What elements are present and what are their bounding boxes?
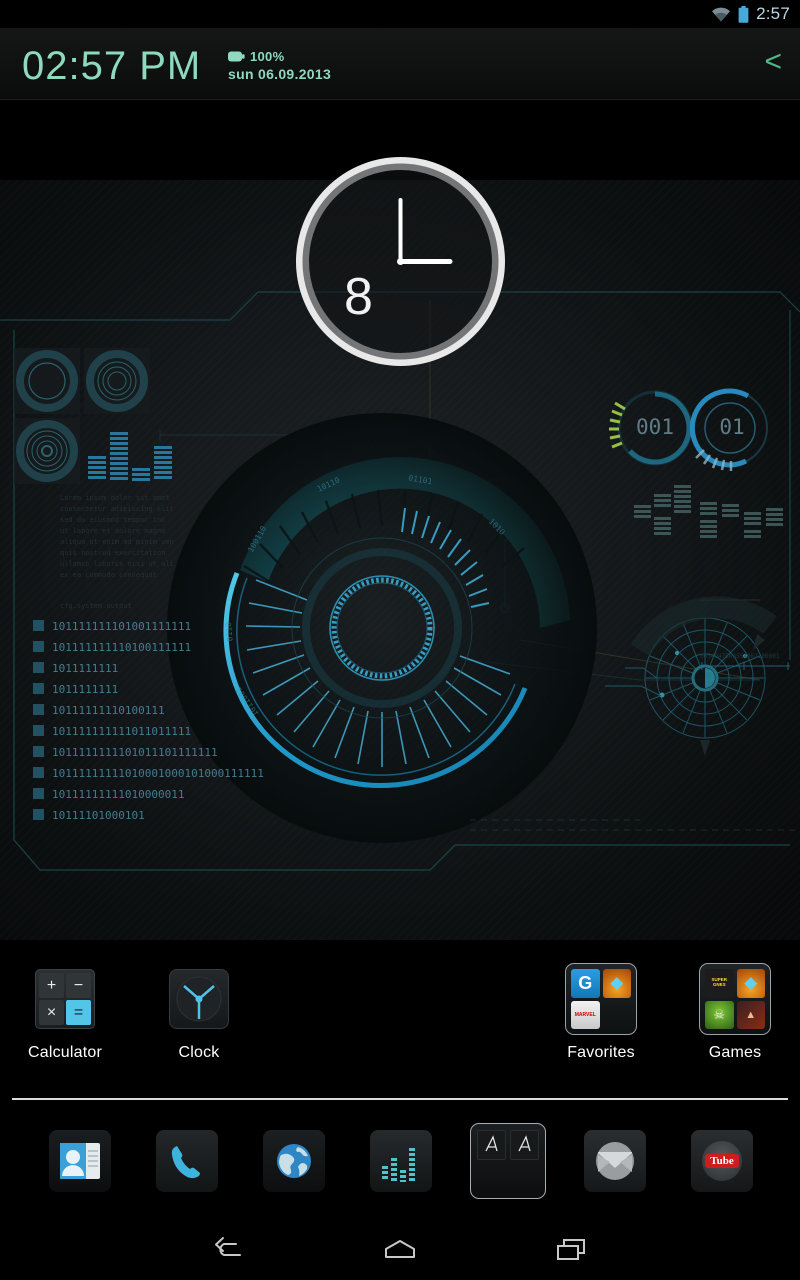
svg-text:consectetur adipiscing elit: consectetur adipiscing elit: [60, 505, 174, 513]
dock-browser[interactable]: [254, 1125, 334, 1197]
calc-times-key: ×: [39, 1000, 64, 1025]
analog-clock-widget[interactable]: 8: [291, 152, 510, 371]
hud-gauge-001: 001: [609, 390, 693, 466]
notification-header[interactable]: 02:57 PM 100% sun 06.09.2013 <: [0, 28, 800, 100]
dock-youtube[interactable]: Tube: [682, 1125, 762, 1197]
app-label-games: Games: [708, 1044, 762, 1061]
recents-icon: [557, 1239, 585, 1260]
contacts-icon[interactable]: [49, 1130, 111, 1192]
folder-item-marvel: MARVEL: [571, 1000, 600, 1029]
status-bar[interactable]: 2:57: [0, 0, 800, 28]
binary-line: 1011111111101011101111111: [52, 746, 218, 759]
tools-folder-icon[interactable]: [470, 1123, 546, 1199]
android-home-screen: 2:57 02:57 PM 100% sun 06.09.2013 < 1011…: [0, 0, 800, 1280]
binary-line: 10111101000101: [52, 809, 145, 822]
calc-plus-key: +: [39, 973, 64, 998]
hud-left-equalizer: [88, 432, 172, 481]
phone-icon[interactable]: [156, 1130, 218, 1192]
youtube-icon[interactable]: Tube: [691, 1130, 753, 1192]
binary-line: 10111111111010001000101000111111: [52, 767, 264, 780]
music-equalizer-icon[interactable]: [370, 1130, 432, 1192]
binary-line: 10111111110100111: [52, 704, 165, 717]
header-date-label: sun 06.09.2013: [228, 66, 332, 82]
calculator-icon[interactable]: + − × =: [0, 958, 130, 1040]
binary-line: 1011111111: [52, 662, 118, 675]
hud-left-dials: [14, 348, 150, 484]
hud-radar: [605, 617, 766, 756]
favorites-folder-icon[interactable]: G ◆ MARVEL: [536, 958, 666, 1040]
app-label-clock: Clock: [178, 1044, 220, 1061]
svg-text:0054947566554062100001: 0054947566554062100001: [700, 653, 780, 660]
dock-email[interactable]: [575, 1125, 655, 1197]
hud-gauge-01: 01: [689, 388, 768, 471]
header-clock: 02:57 PM: [22, 44, 202, 88]
browser-globe-icon[interactable]: [263, 1130, 325, 1192]
svg-text:ex ea commodo consequat: ex ea commodo consequat: [60, 571, 157, 579]
svg-text:cfg.system.output: cfg.system.output: [60, 602, 132, 610]
battery-small-icon: [228, 51, 245, 61]
folder-item-diamond2: ◆: [736, 969, 765, 998]
folder-games[interactable]: SUPER GNES ◆ ☠ ▲ Games: [670, 958, 800, 1062]
back-chevron-icon[interactable]: <: [764, 47, 782, 77]
tools-folder-item-1: [477, 1130, 506, 1160]
binary-line: 10111111111010000011: [52, 788, 184, 801]
home-app-row: + − × = Calculator Clock G ◆ MARVEL Favo…: [0, 940, 800, 1095]
email-icon[interactable]: [584, 1130, 646, 1192]
navigation-bar: [0, 1220, 800, 1280]
dock-bar: Tube: [0, 1105, 800, 1220]
svg-text:ullamco laboris nisi ut ali: ullamco laboris nisi ut ali: [60, 560, 174, 568]
calc-minus-key: −: [66, 973, 91, 998]
gauge-001-label: 001: [636, 415, 674, 439]
dock-tools-folder[interactable]: [463, 1123, 553, 1199]
svg-text:sed do eiusmod tempor inc: sed do eiusmod tempor inc: [60, 516, 165, 524]
folder-item-red-game: ▲: [736, 1000, 765, 1029]
dock-music-eq[interactable]: [361, 1125, 441, 1197]
binary-line: 101111111110100111111: [52, 641, 191, 654]
clock-center-dot: [397, 258, 404, 265]
binary-line: 101111111101001111111: [52, 620, 191, 633]
clock-app-icon[interactable]: [134, 958, 264, 1040]
folder-item-empty: [603, 1001, 632, 1030]
games-folder-icon[interactable]: SUPER GNES ◆ ☠ ▲: [670, 958, 800, 1040]
wifi-icon: [712, 7, 731, 22]
youtube-wordmark: Tube: [705, 1154, 739, 1168]
folder-item-green-game: ☠: [705, 1000, 734, 1029]
app-clock[interactable]: Clock: [134, 958, 264, 1062]
clock-numeral: 8: [344, 268, 373, 326]
header-info-group: 100% sun 06.09.2013: [228, 48, 331, 82]
tools-folder-item-2: [510, 1130, 539, 1160]
home-icon: [385, 1240, 415, 1258]
battery-icon: [738, 5, 749, 23]
svg-text:aliqua ut enim ad minim ven: aliqua ut enim ad minim ven: [60, 538, 174, 546]
folder-favorites[interactable]: G ◆ MARVEL Favorites: [536, 958, 666, 1062]
nav-back-button[interactable]: [170, 1220, 290, 1280]
binary-line: 1011111111: [52, 683, 118, 696]
app-label-calculator: Calculator: [27, 1044, 103, 1061]
gauge-01-label: 01: [719, 415, 744, 439]
folder-item-g: G: [571, 969, 600, 998]
svg-text:Lorem ipsum dolor sit amet: Lorem ipsum dolor sit amet: [60, 494, 170, 502]
dock-contacts[interactable]: [40, 1125, 120, 1197]
dock-divider: [12, 1098, 788, 1100]
svg-text:ut labore et dolore magna: ut labore et dolore magna: [60, 527, 165, 535]
calc-equals-key: =: [66, 1000, 91, 1025]
battery-percent-label: 100%: [250, 48, 285, 64]
svg-text:0110: 0110: [224, 622, 235, 642]
app-label-favorites: Favorites: [567, 1044, 635, 1061]
back-arrow-icon: [215, 1237, 241, 1256]
hud-right-equalizer: [634, 485, 783, 538]
dock-phone[interactable]: [147, 1125, 227, 1197]
binary-line: 101111111111011011111: [52, 725, 191, 738]
nav-home-button[interactable]: [340, 1220, 460, 1280]
nav-recents-button[interactable]: [512, 1220, 632, 1280]
folder-item-diamond: ◆: [602, 969, 631, 998]
app-calculator[interactable]: + − × = Calculator: [0, 958, 130, 1062]
svg-text:quis nostrud exercitation: quis nostrud exercitation: [60, 549, 165, 557]
status-bar-clock: 2:57: [756, 4, 790, 23]
folder-item-supergnes: SUPER GNES: [705, 969, 734, 998]
